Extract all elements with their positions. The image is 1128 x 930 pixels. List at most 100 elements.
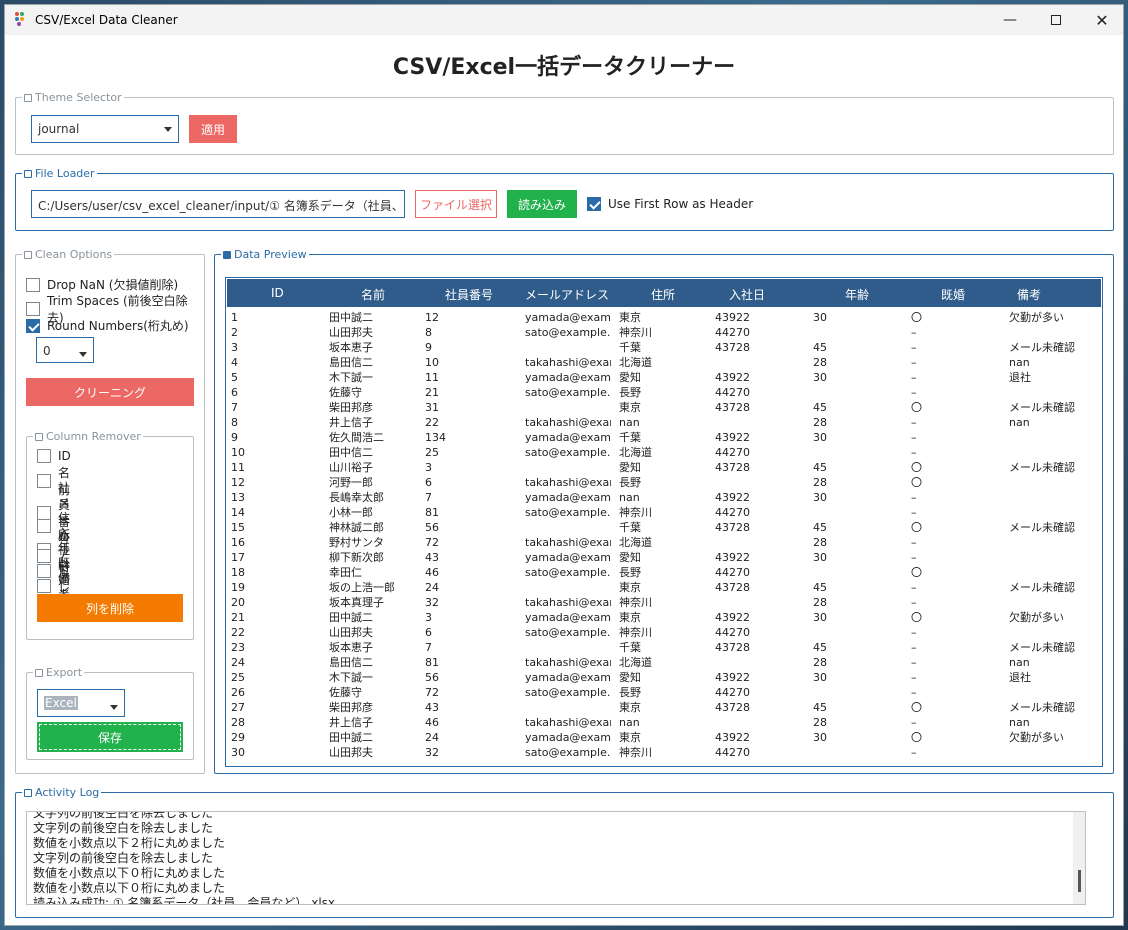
trim-spaces-checkbox[interactable] [26,302,40,316]
table-row[interactable]: 21 田中誠二 3 yamada@examp 東京 43922 30 〇 欠勤が多い [227,610,1101,625]
table-cell: – [911,656,917,669]
export-format-select[interactable]: Excel [37,689,125,717]
table-cell: – [911,641,917,654]
table-cell: 30 [813,431,827,444]
table-row[interactable]: 11 山川裕子 3 愛知 43728 45 〇 メール未確認 [227,460,1101,475]
table-cell: 24 [231,656,245,669]
activity-log-text[interactable]: 文字列の前後空白を除去しました 文字列の前後空白を除去しました 数値を小数点以下２桁… [26,811,1086,905]
column-checkbox[interactable] [37,579,51,593]
table-cell: 坂本恵子 [329,641,373,654]
table-cell: 長野 [619,476,641,489]
table-cell: メール未確認 [1009,401,1075,414]
table-row[interactable]: 10 田中信二 25 sato@example.c 北海道 44270 – [227,445,1101,460]
table-row[interactable]: 18 幸田仁 46 sato@example.c 長野 44270 〇 [227,565,1101,580]
table-row[interactable]: 8 井上信子 22 takahashi@exan nan 28 – nan [227,415,1101,430]
round-digits-select[interactable]: 0 [36,337,94,363]
table-row[interactable]: 5 木下誠一 11 yamada@examp 愛知 43922 30 – 退社 [227,370,1101,385]
table-cell: 43728 [715,641,750,654]
table-row[interactable]: 19 坂の上浩一郎 24 東京 43728 45 – メール未確認 [227,580,1101,595]
table-row[interactable]: 17 柳下新次郎 43 yamada@examp 愛知 43922 30 – [227,550,1101,565]
table-row[interactable]: 13 長嶋幸太郎 7 yamada@examp nan 43922 30 – [227,490,1101,505]
column-checkbox-row[interactable]: ID [37,449,71,463]
column-header[interactable]: 入社日 [729,286,765,303]
file-select-button[interactable]: ファイル選択 [415,190,497,218]
table-cell: 神奈川 [619,506,652,519]
load-button[interactable]: 読み込み [507,190,577,218]
column-header[interactable]: メールアドレス [525,286,609,303]
column-header[interactable]: ID [271,286,284,300]
table-cell: 31 [425,401,439,414]
table-row[interactable]: 23 坂本恵子 7 千葉 43728 45 – メール未確認 [227,640,1101,655]
apply-theme-button[interactable]: 適用 [189,115,237,143]
minimize-icon[interactable]: — [987,5,1033,35]
table-cell: 45 [813,401,827,414]
data-preview-table[interactable]: ID 名前 社員番号 メールアドレス 住所 入社日 年齢 既婚 備考 1 田中誠二 12 yamada… [225,277,1103,767]
table-row[interactable]: 12 河野一郎 6 takahashi@exan 長野 28 〇 [227,475,1101,490]
table-row[interactable]: 9 佐久間浩二 134 yamada@examp 千葉 43922 30 – [227,430,1101,445]
table-row[interactable]: 27 柴田邦彦 43 東京 43728 45 〇 メール未確認 [227,700,1101,715]
column-header[interactable]: 既婚 [941,286,965,303]
clean-button[interactable]: クリーニング [26,378,194,406]
drop-nan-checkbox[interactable] [26,277,40,292]
file-path-input[interactable]: C:/Users/user/csv_excel_cleaner/input/① … [31,190,405,218]
table-cell: 7 [231,401,238,414]
table-cell: 愛知 [619,461,641,474]
table-row[interactable]: 16 野村サンタ 72 takahashi@exan 北海道 28 – [227,535,1101,550]
table-cell: 6 [425,626,432,639]
table-cell: 43728 [715,521,750,534]
table-row[interactable]: 7 柴田邦彦 31 東京 43728 45 〇 メール未確認 [227,400,1101,415]
table-row[interactable]: 28 井上信子 46 takahashi@exan nan 28 – nan [227,715,1101,730]
round-numbers-label: Round Numbers(桁丸め) [47,319,189,333]
table-cell: yamada@examp [525,731,611,744]
header-checkbox[interactable] [587,197,601,211]
file-loader-legend: File Loader [35,167,95,180]
table-row[interactable]: 26 佐藤守 72 sato@example.c 長野 44270 – [227,685,1101,700]
table-row[interactable]: 3 坂本恵子 9 千葉 43728 45 – メール未確認 [227,340,1101,355]
table-cell: 15 [231,521,245,534]
log-scrollbar[interactable] [1073,812,1085,904]
table-cell: takahashi@exan [525,596,611,609]
table-row[interactable]: 29 田中誠二 24 yamada@examp 東京 43922 30 〇 欠勤が多い [227,730,1101,745]
column-header[interactable]: 名前 [361,286,385,303]
save-button[interactable]: 保存 [37,722,183,752]
table-cell: 6 [231,386,238,399]
table-cell: 44270 [715,626,750,639]
log-line: 文字列の前後空白を除去しました [33,821,214,835]
table-row[interactable]: 4 島田信二 10 takahashi@exan 北海道 28 – nan [227,355,1101,370]
maximize-icon[interactable] [1033,5,1079,35]
close-icon[interactable]: ✕ [1079,5,1125,35]
theme-select[interactable]: journal [31,115,179,143]
table-cell: takahashi@exan [525,656,611,669]
table-row[interactable]: 1 田中誠二 12 yamada@examp 東京 43922 30 〇 欠勤が多い [227,310,1101,325]
table-cell: 43922 [715,311,750,324]
table-cell: 千葉 [619,641,641,654]
table-cell: 退社 [1009,671,1031,684]
table-row[interactable]: 30 山田邦夫 32 sato@example.c 神奈川 44270 – [227,745,1101,760]
column-header[interactable]: 年齢 [845,286,869,303]
table-cell: 28 [813,716,827,729]
column-header[interactable]: 住所 [651,286,675,303]
table-row[interactable]: 15 神林誠二郎 56 千葉 43728 45 〇 メール未確認 [227,520,1101,535]
table-row[interactable]: 25 木下誠一 56 yamada@examp 愛知 43922 30 – 退社 [227,670,1101,685]
column-header[interactable]: 社員番号 [445,286,493,303]
header-checkbox-row[interactable]: Use First Row as Header [587,197,753,211]
column-checkbox[interactable] [37,449,51,463]
table-cell: 田中信二 [329,446,373,459]
column-header[interactable]: 備考 [1017,286,1041,303]
table-row[interactable]: 20 坂本真理子 32 takahashi@exan 神奈川 28 – [227,595,1101,610]
remove-columns-button[interactable]: 列を削除 [37,594,183,622]
drop-nan-row[interactable]: Drop NaN (欠損値削除) [26,276,178,293]
table-cell: 欠勤が多い [1009,731,1064,744]
table-cell: takahashi@exan [525,476,611,489]
table-row[interactable]: 22 山田邦夫 6 sato@example.c 神奈川 44270 – [227,625,1101,640]
table-cell: 東京 [619,581,641,594]
round-numbers-checkbox[interactable] [26,318,40,333]
table-cell: 野村サンタ [329,536,384,549]
table-cell: takahashi@exan [525,536,611,549]
table-cell: 28 [813,356,827,369]
round-numbers-row[interactable]: Round Numbers(桁丸め) [26,317,189,334]
table-row[interactable]: 24 島田信二 81 takahashi@exan 北海道 28 – nan [227,655,1101,670]
table-row[interactable]: 6 佐藤守 21 sato@example.c 長野 44270 – [227,385,1101,400]
table-row[interactable]: 14 小林一郎 81 sato@example.c 神奈川 44270 – [227,505,1101,520]
table-row[interactable]: 2 山田邦夫 8 sato@example.c 神奈川 44270 – [227,325,1101,340]
